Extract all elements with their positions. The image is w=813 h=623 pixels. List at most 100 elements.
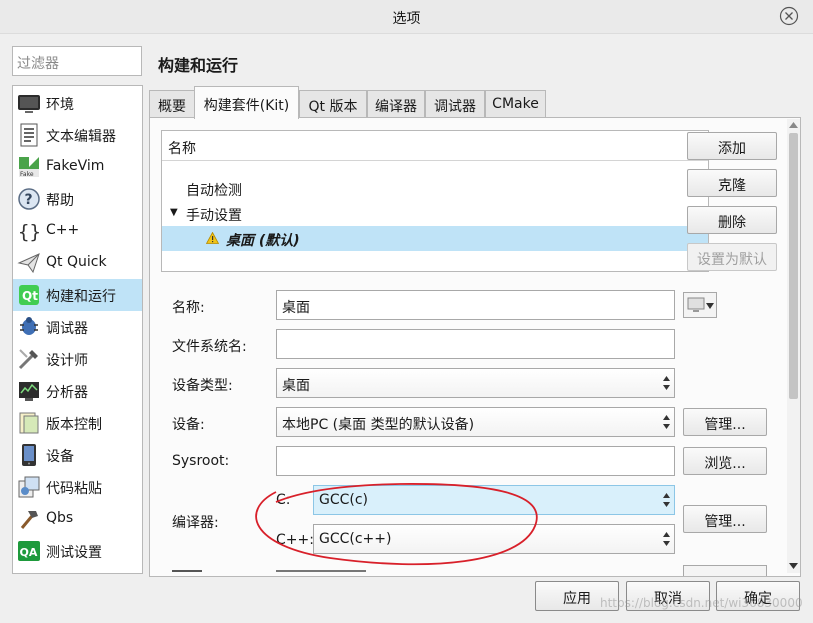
cpp-compiler-select[interactable]: GCC(c++)	[313, 524, 675, 554]
device-type-label: 设备类型:	[172, 378, 233, 394]
sidebar-item-label: 帮助	[46, 193, 74, 209]
sidebar-item-label: 代码粘贴	[46, 481, 102, 497]
c-compiler-value: GCC(c)	[319, 492, 369, 508]
scroll-down-icon[interactable]	[789, 563, 798, 569]
sidebar-item-devices[interactable]: 设备	[13, 439, 142, 471]
compiler-manage-button[interactable]: 管理...	[683, 505, 767, 533]
scrollbar-thumb[interactable]	[789, 133, 798, 399]
spinner-arrows-icon	[663, 376, 670, 390]
sidebar-item-qbs[interactable]: Qbs	[13, 503, 142, 535]
device-type-value: 桌面	[282, 378, 310, 394]
filter-input[interactable]: 过滤器	[12, 46, 142, 76]
tab-kits[interactable]: 构建套件(Kit)	[194, 86, 299, 119]
sidebar-item-qtquick[interactable]: Qt Quick	[13, 247, 142, 279]
tab-qt-versions[interactable]: Qt 版本	[299, 90, 367, 118]
sidebar-item-label: 测试设置	[46, 545, 102, 561]
kit-icon-button[interactable]	[683, 292, 717, 318]
sidebar-item-label: FakeVim	[46, 158, 105, 174]
kit-group-auto[interactable]: 自动检测	[162, 176, 708, 201]
designer-icon	[18, 349, 38, 370]
spinner-arrows-icon	[663, 532, 670, 546]
analyzer-icon	[19, 382, 39, 401]
svg-text:Qt: Qt	[22, 289, 38, 303]
code-paste-icon	[18, 476, 40, 498]
cut-off-button[interactable]	[683, 565, 767, 576]
qa-icon: QA	[18, 541, 40, 561]
window-title: 选项	[392, 11, 421, 27]
fs-name-field[interactable]	[276, 329, 675, 359]
device-type-select[interactable]: 桌面	[276, 368, 675, 398]
sidebar-item-code-paste[interactable]: 代码粘贴	[13, 471, 142, 503]
sysroot-field[interactable]	[276, 446, 675, 476]
kit-group-manual[interactable]: ▼ 手动设置	[162, 201, 708, 226]
tab-general[interactable]: 概要	[149, 90, 195, 118]
title-bar: 选项	[0, 0, 813, 34]
tab-debuggers[interactable]: 调试器	[425, 90, 485, 118]
sidebar-item-version-control[interactable]: 版本控制	[13, 407, 142, 439]
c-compiler-select[interactable]: GCC(c)	[313, 485, 675, 515]
kit-item-desktop[interactable]: 桌面 (默认)	[162, 226, 708, 251]
sysroot-label: Sysroot:	[172, 453, 230, 469]
browse-button[interactable]: 浏览...	[683, 447, 767, 475]
braces-icon: {}	[18, 221, 41, 243]
device-icon	[22, 444, 36, 466]
cpp-compiler-label: C++:	[276, 532, 314, 548]
sidebar-item-text-editor[interactable]: 文本编辑器	[13, 119, 142, 151]
sidebar-item-help[interactable]: ? 帮助	[13, 183, 142, 215]
sidebar-item-cpp[interactable]: {} C++	[13, 215, 142, 247]
build-run-icon: Qt	[19, 285, 39, 305]
sidebar-item-build-run[interactable]: Qt 构建和运行	[13, 279, 142, 311]
version-control-icon	[19, 412, 39, 434]
name-field[interactable]: 桌面	[276, 290, 675, 320]
page-title: 构建和运行	[158, 56, 239, 75]
kit-list[interactable]: 名称 自动检测 ▼ 手动设置 桌面 (默认)	[161, 130, 709, 272]
spinner-arrows-icon	[663, 415, 670, 429]
category-sidebar: 环境 文本编辑器 Fake FakeVim ? 帮助 {} C++ Qt Qui…	[12, 85, 143, 574]
sidebar-item-label: 分析器	[46, 385, 88, 401]
sidebar-item-label: 版本控制	[46, 417, 102, 433]
sidebar-item-environment[interactable]: 环境	[13, 87, 142, 119]
monitor-icon	[687, 297, 705, 312]
remove-button[interactable]: 删除	[687, 206, 777, 234]
name-label: 名称:	[172, 300, 205, 316]
panel-scrollbar[interactable]	[787, 119, 800, 573]
kit-group-label: 自动检测	[186, 183, 242, 199]
device-select[interactable]: 本地PC (桌面 类型的默认设备)	[276, 407, 675, 437]
sidebar-item-designer[interactable]: 设计师	[13, 343, 142, 375]
svg-text:Fake: Fake	[20, 171, 34, 178]
tab-cmake[interactable]: CMake	[485, 90, 546, 118]
sidebar-item-label: 设计师	[46, 353, 88, 369]
sidebar-item-label: 文本编辑器	[46, 129, 116, 145]
svg-text:{}: {}	[18, 221, 41, 243]
sidebar-item-label: Qbs	[46, 510, 74, 526]
add-button[interactable]: 添加	[687, 132, 777, 160]
sidebar-item-label: C++	[46, 222, 80, 238]
sidebar-item-debugger[interactable]: 调试器	[13, 311, 142, 343]
chevron-down-icon	[706, 303, 714, 309]
close-icon[interactable]	[779, 6, 799, 26]
device-value: 本地PC (桌面 类型的默认设备)	[282, 417, 475, 433]
sidebar-item-label: Qt Quick	[46, 254, 107, 270]
sidebar-item-label: 设备	[46, 449, 74, 465]
clone-button[interactable]: 克隆	[687, 169, 777, 197]
kit-item-label: 桌面 (默认)	[226, 233, 300, 249]
hammer-icon	[20, 511, 38, 529]
kit-list-header: 名称	[162, 131, 708, 161]
tab-compilers[interactable]: 编译器	[367, 90, 425, 118]
sidebar-item-fakevim[interactable]: Fake FakeVim	[13, 151, 142, 183]
make-default-button[interactable]: 设置为默认	[687, 243, 777, 271]
paper-plane-icon	[17, 253, 40, 274]
warning-icon	[206, 232, 219, 244]
device-manage-button[interactable]: 管理...	[683, 408, 767, 436]
sidebar-item-test-settings[interactable]: QA 测试设置	[13, 535, 142, 567]
monitor-icon	[18, 95, 40, 113]
expand-arrow-icon[interactable]: ▼	[170, 207, 178, 218]
scroll-up-icon[interactable]	[789, 122, 798, 128]
sidebar-item-label: 调试器	[46, 321, 88, 337]
svg-text:QA: QA	[20, 546, 38, 559]
debugger-icon	[20, 317, 38, 335]
sidebar-item-analyzer[interactable]: 分析器	[13, 375, 142, 407]
kits-panel: 名称 自动检测 ▼ 手动设置 桌面 (默认) 添加 克隆 删除 设置为默认 名称…	[149, 117, 801, 577]
cpp-compiler-value: GCC(c++)	[319, 531, 392, 547]
device-label: 设备:	[172, 417, 205, 433]
